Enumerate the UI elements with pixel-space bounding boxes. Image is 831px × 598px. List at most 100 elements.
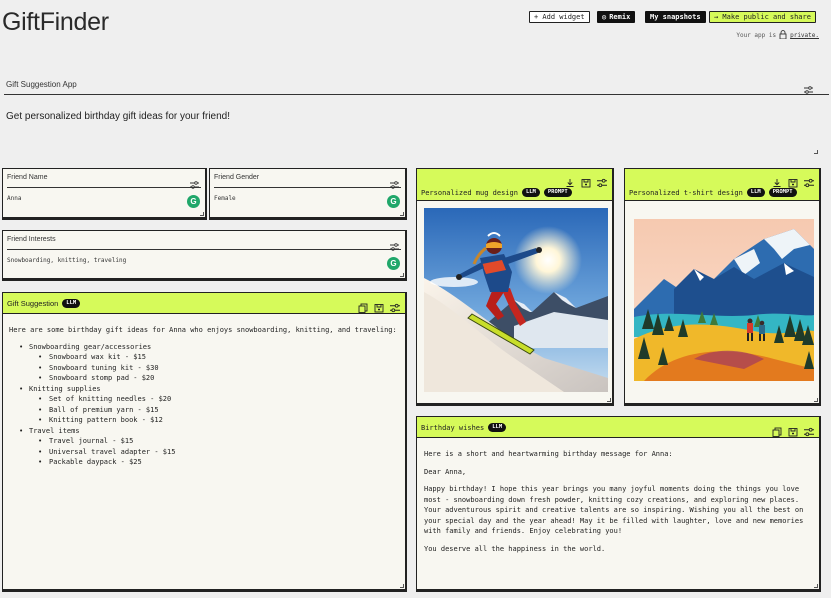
- divider: [214, 187, 401, 188]
- list-item: Set of knitting needles - $20: [9, 394, 397, 405]
- app-title: GiftFinder: [2, 8, 109, 36]
- prompt-badge: PROMPT: [543, 188, 572, 197]
- tshirt-design-header: Personalized t-shirt design LLM PROMPT: [625, 169, 819, 201]
- birthday-wishes-content: Here is a short and heartwarming birthda…: [424, 449, 809, 561]
- friend-interests-label: Friend Interests: [7, 236, 56, 243]
- header-icons: [772, 173, 814, 188]
- grammarly-icon[interactable]: G: [187, 195, 200, 208]
- llm-badge: LLM: [746, 188, 765, 197]
- gift-list: Snowboarding gear/accessories Snowboard …: [9, 342, 397, 468]
- copy-icon[interactable]: [772, 422, 782, 437]
- friend-name-widget: Friend Name Anna G: [2, 168, 207, 220]
- tshirt-design-title: Personalized t-shirt design: [629, 188, 743, 197]
- list-item: Travel journal - $15: [9, 436, 397, 447]
- friend-gender-label: Friend Gender: [214, 174, 260, 181]
- list-item: Snowboard stomp pad - $20: [9, 373, 397, 384]
- section-divider: [4, 94, 829, 95]
- resize-handle[interactable]: [400, 273, 404, 277]
- settings-icon[interactable]: [597, 173, 607, 188]
- friend-gender-widget: Friend Gender Female G: [209, 168, 407, 220]
- gift-intro: Here are some birthday gift ideas for An…: [9, 326, 397, 334]
- list-item: Knitting pattern book - $12: [9, 415, 397, 426]
- remix-icon: ◎: [602, 13, 607, 21]
- gift-suggestion-widget: Gift Suggestion LLM Here are some birthd…: [2, 292, 407, 592]
- resize-handle[interactable]: [814, 150, 818, 154]
- mug-design-header: Personalized mug design LLM PROMPT: [417, 169, 612, 201]
- wishes-paragraph: Here is a short and heartwarming birthda…: [424, 450, 673, 458]
- birthday-wishes-widget: Birthday wishes LLM Here is a short and …: [416, 416, 821, 592]
- download-icon[interactable]: [565, 173, 575, 187]
- divider: [7, 249, 401, 250]
- make-public-button[interactable]: → Make public and share: [709, 11, 816, 23]
- wishes-paragraph: You deserve all the happiness in the wor…: [424, 544, 606, 553]
- copy-icon[interactable]: [358, 298, 368, 313]
- tshirt-design-image: [634, 219, 814, 381]
- save-icon[interactable]: [374, 298, 384, 313]
- resize-handle[interactable]: [814, 584, 818, 588]
- header-icons: [772, 422, 814, 437]
- llm-badge: LLM: [521, 188, 540, 197]
- grammarly-icon[interactable]: G: [387, 195, 400, 208]
- settings-icon[interactable]: [390, 298, 400, 313]
- header-icons: [358, 298, 400, 313]
- privacy-note: Your app is private.: [736, 30, 819, 41]
- resize-handle[interactable]: [607, 398, 611, 402]
- tshirt-design-title-row: Personalized t-shirt design LLM PROMPT: [629, 188, 797, 197]
- wishes-paragraph: Dear Anna,: [424, 467, 467, 476]
- resize-handle[interactable]: [400, 212, 404, 216]
- my-snapshots-button[interactable]: My snapshots: [645, 11, 706, 23]
- birthday-wishes-title-row: Birthday wishes LLM: [421, 423, 507, 432]
- mug-design-widget: Personalized mug design LLM PROMPT: [416, 168, 614, 406]
- save-icon[interactable]: [788, 173, 798, 188]
- mug-design-image: [424, 208, 608, 392]
- llm-badge: LLM: [488, 423, 507, 432]
- list-item: Snowboarding gear/accessories: [9, 342, 397, 353]
- list-item: Knitting supplies: [9, 384, 397, 395]
- grammarly-icon[interactable]: G: [387, 257, 400, 270]
- birthday-wishes-header: Birthday wishes LLM: [417, 417, 819, 438]
- friend-gender-field[interactable]: Female: [214, 195, 236, 202]
- friend-interests-field[interactable]: Snowboarding, knitting, traveling: [7, 257, 126, 264]
- gift-suggestion-title: Gift Suggestion: [7, 299, 59, 308]
- section-description: Get personalized birthday gift ideas for…: [6, 111, 231, 122]
- list-item: Universal travel adapter - $15: [9, 447, 397, 458]
- save-icon[interactable]: [581, 173, 591, 188]
- privacy-text: Your app is: [736, 32, 777, 39]
- privacy-link[interactable]: private.: [790, 32, 819, 39]
- prompt-badge: PROMPT: [768, 188, 797, 197]
- remix-button[interactable]: ◎ Remix: [597, 11, 636, 23]
- settings-icon[interactable]: [804, 79, 813, 98]
- save-icon[interactable]: [788, 422, 798, 437]
- lock-icon: [779, 30, 787, 41]
- mug-design-title-row: Personalized mug design LLM PROMPT: [421, 188, 572, 197]
- resize-handle[interactable]: [200, 212, 204, 216]
- section-title: Gift Suggestion App: [6, 80, 77, 89]
- friend-name-field[interactable]: Anna: [7, 195, 21, 202]
- settings-icon[interactable]: [804, 173, 814, 188]
- birthday-wishes-title: Birthday wishes: [421, 423, 485, 432]
- friend-interests-widget: Friend Interests Snowboarding, knitting,…: [2, 230, 407, 281]
- divider: [7, 187, 201, 188]
- list-item: Snowboard tuning kit - $30: [9, 363, 397, 374]
- list-item: Travel items: [9, 426, 397, 437]
- settings-icon[interactable]: [804, 422, 814, 437]
- remix-label: Remix: [609, 13, 631, 21]
- list-item: Snowboard wax kit - $15: [9, 352, 397, 363]
- resize-handle[interactable]: [400, 584, 404, 588]
- gift-suggestion-content: Here are some birthday gift ideas for An…: [9, 325, 397, 468]
- wishes-paragraph: Happy birthday! I hope this year brings …: [424, 485, 804, 535]
- list-item: Ball of premium yarn - $15: [9, 405, 397, 416]
- settings-icon[interactable]: [390, 236, 399, 255]
- mug-design-title: Personalized mug design: [421, 188, 518, 197]
- gift-suggestion-title-row: Gift Suggestion LLM: [7, 299, 81, 308]
- add-widget-button[interactable]: + Add widget: [529, 11, 590, 23]
- resize-handle[interactable]: [814, 398, 818, 402]
- list-item: Packable daypack - $25: [9, 457, 397, 468]
- download-icon[interactable]: [772, 173, 782, 187]
- settings-icon[interactable]: [390, 174, 399, 193]
- llm-badge: LLM: [62, 299, 81, 308]
- friend-name-label: Friend Name: [7, 174, 48, 181]
- tshirt-design-widget: Personalized t-shirt design LLM PROMPT: [624, 168, 821, 406]
- header-icons: [565, 173, 607, 188]
- settings-icon[interactable]: [190, 174, 199, 193]
